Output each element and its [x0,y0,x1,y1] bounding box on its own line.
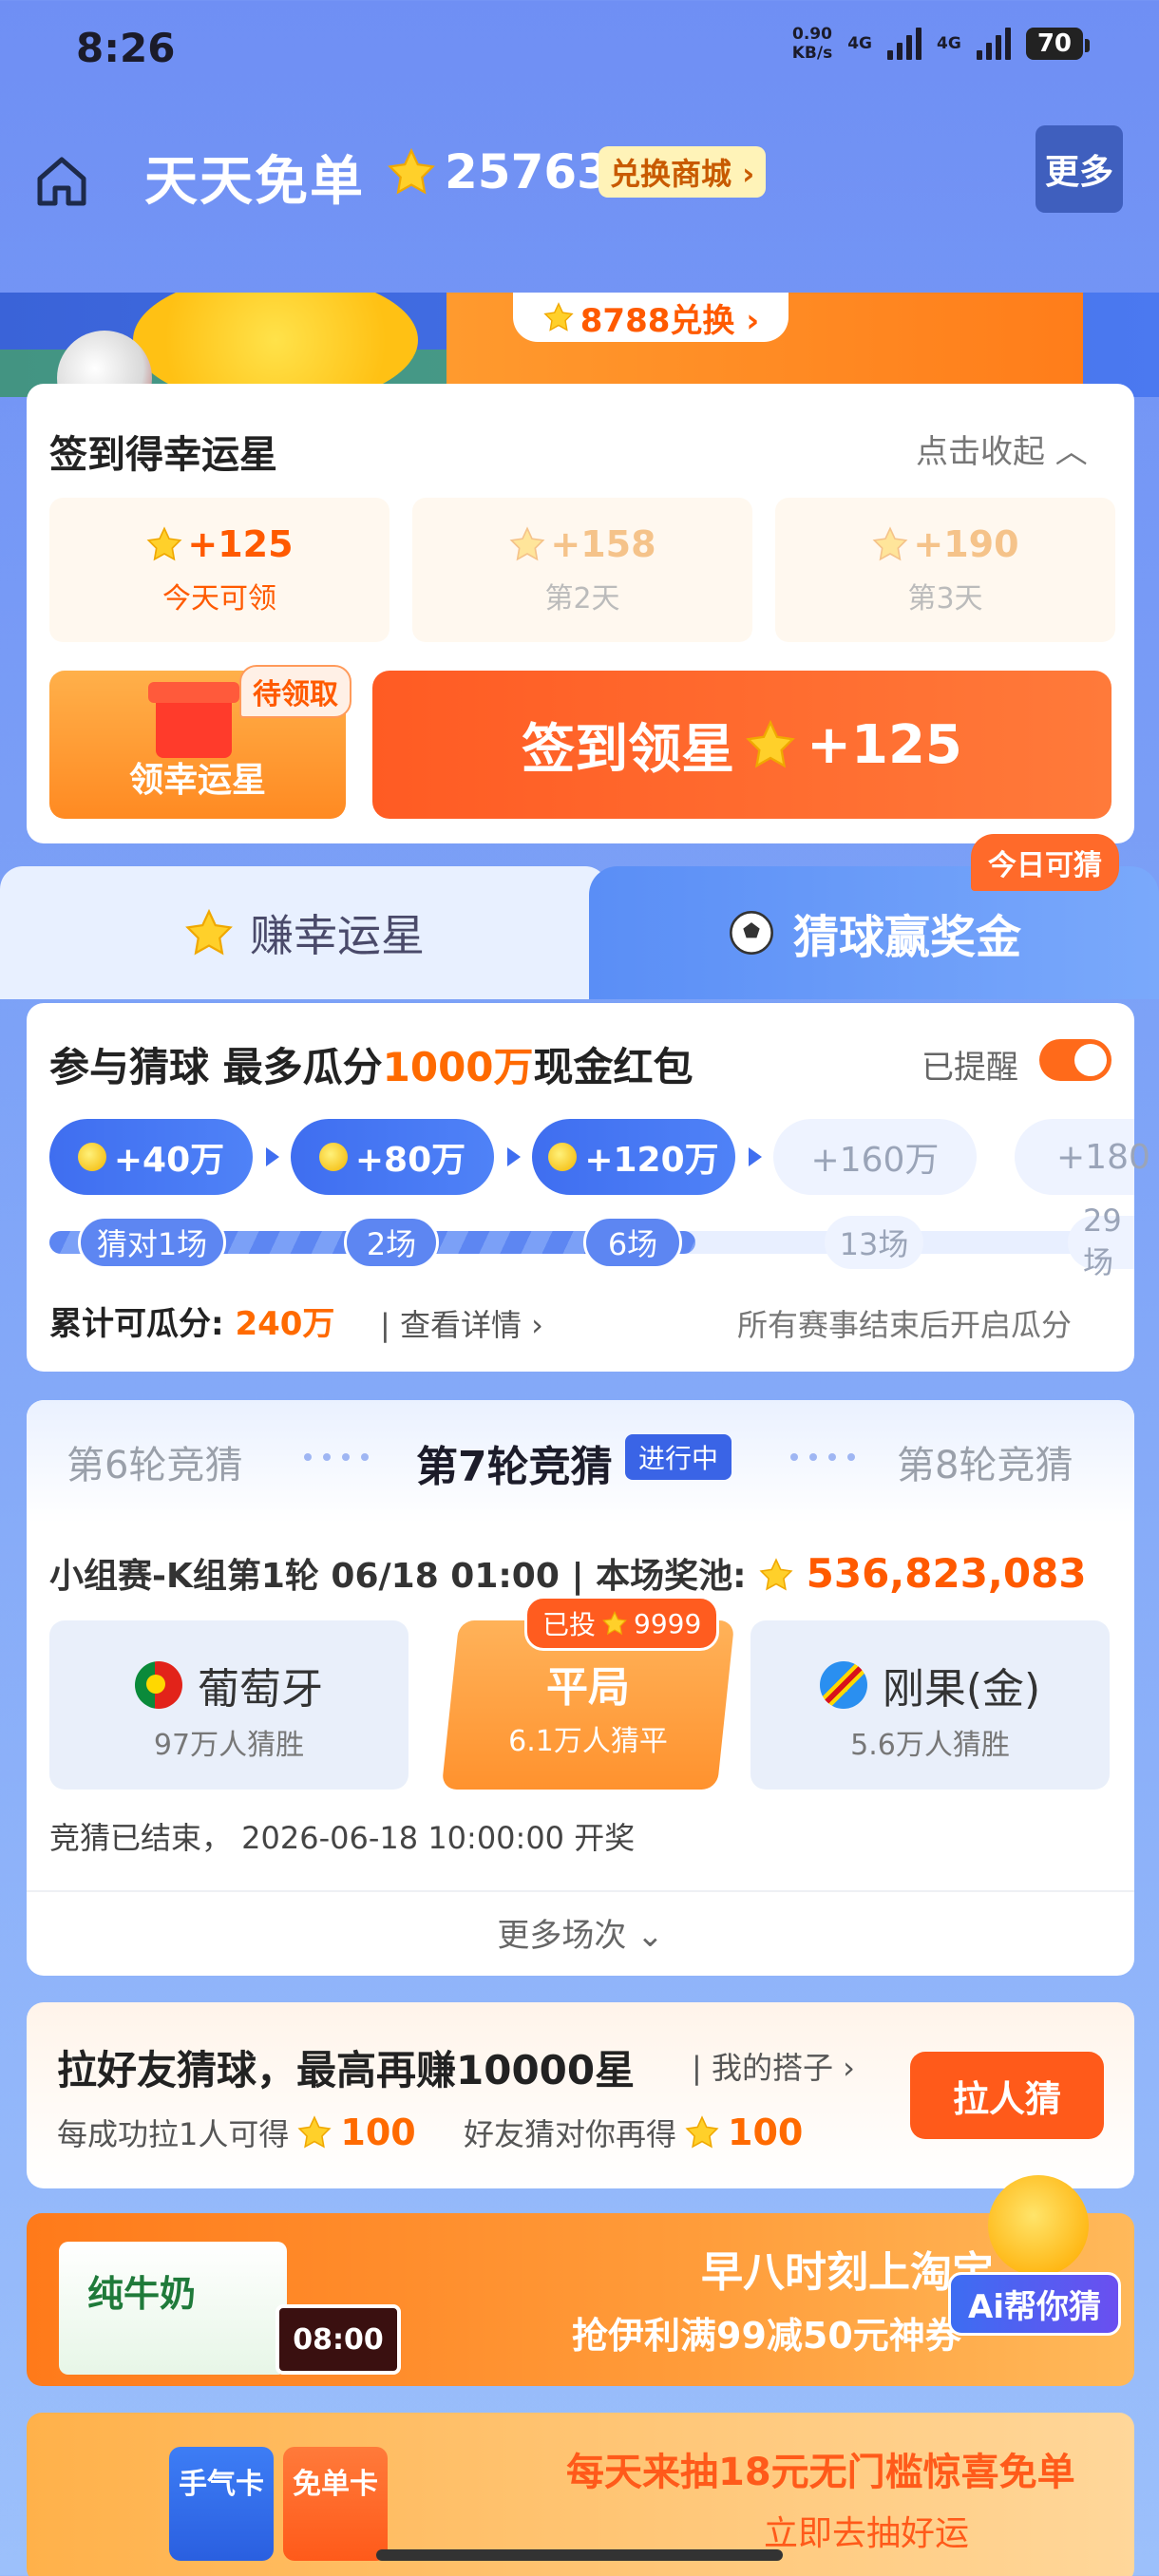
pool-summary: 累计可瓜分: 240万 [49,1305,335,1343]
tab-earn-stars[interactable]: 赚幸运星 [0,866,608,999]
status-time: 8:26 [76,25,176,71]
lucky-star-gift-button[interactable]: 领幸运星 待领取 [49,665,352,819]
dots-divider [304,1453,369,1461]
in-progress-badge: 进行中 [625,1434,732,1480]
coin-icon [77,1143,106,1171]
star-icon [759,1558,793,1591]
promo2-title: 每天来抽18元无门槛惊喜免单 [566,2451,1075,2494]
star-icon [185,908,233,956]
more-button[interactable]: 更多 [1036,125,1123,213]
star-icon [872,526,908,561]
team-option-away[interactable]: 刚果(金) 5.6万人猜胜 [750,1620,1110,1790]
guess-title: 参与猜球 最多瓜分1000万现金红包 [49,1044,694,1090]
signal-label-1: 4G [847,34,873,53]
games-tag-5: 29场 [1068,1203,1134,1280]
page-title: 天天免单 [144,151,365,213]
collapse-button[interactable]: 点击收起 ︿ [916,426,1088,472]
star-icon [602,1610,627,1636]
star-icon [297,2115,332,2149]
star-icon [543,302,574,331]
round-next-tab[interactable]: 第8轮竞猜 [897,1434,1073,1489]
exchange-mall-button[interactable]: 兑换商城 › [598,146,767,198]
reward-tier-1: +40万 [49,1119,253,1195]
clock-badge: 08:00 [276,2304,401,2375]
round-current-tab[interactable]: 第7轮竞猜 [416,1432,613,1493]
star-icon [509,526,545,561]
star-balance: 25763 [386,144,610,199]
reward-tier-2: +80万 [291,1119,494,1195]
reward-tier-5: +180 [1015,1119,1150,1195]
star-icon [146,526,182,561]
arrow-icon [266,1147,279,1166]
signal-bars-icon [976,28,1011,60]
mascot-image [133,293,418,397]
view-details-link[interactable]: | 查看详情 › [380,1301,543,1345]
home-indicator[interactable] [376,2549,783,2561]
invite-button[interactable]: 拉人猜 [910,2052,1104,2139]
invite-reward-2: 好友猜对你再得 100 [464,2112,804,2153]
more-games-button[interactable]: 更多场次 ⌄ [27,1909,1134,1956]
coin-icon [548,1143,578,1171]
signin-title: 签到得幸运星 [49,433,277,477]
arrow-icon [749,1147,762,1166]
remind-toggle[interactable] [1039,1039,1112,1081]
star-icon [685,2115,719,2149]
signal-bars-icon [887,28,922,60]
match-info: 小组赛-K组第1轮 06/18 01:00 | 本场奖池: 536,823,08… [49,1550,1087,1597]
portugal-flag-icon [135,1661,182,1709]
today-badge: 今日可猜 [971,834,1119,891]
arrow-icon [507,1147,521,1166]
star-icon [388,147,435,195]
dr-congo-flag-icon [819,1661,867,1709]
promo2-subtitle: 立即去抽好运 [764,2514,970,2553]
games-tag-2: 2场 [344,1216,439,1269]
home-icon[interactable] [30,150,93,213]
signin-day-1[interactable]: +125 今天可领 [49,498,390,642]
draw-sub: 6.1万人猜平 [508,1725,668,1758]
reward-tier-4: +160万 [773,1119,977,1195]
team-option-home[interactable]: 葡萄牙 97万人猜胜 [49,1620,408,1790]
football-icon [730,911,773,955]
guess-end-note: 竞猜已结束， 2026-06-18 10:00:00 开奖 [49,1820,636,1856]
bet-badge: 已投 9999 [524,1596,720,1651]
signal-label-2: 4G [937,34,961,53]
exchange-pill[interactable]: 8788兑换 › [513,293,788,342]
round-prev-tab[interactable]: 第6轮竞猜 [66,1434,242,1489]
gift-icon [148,682,239,758]
pending-badge: 待领取 [239,665,352,718]
remind-label: 已提醒 [922,1049,1018,1087]
pool-note: 所有赛事结束后开启瓜分 [737,1307,1073,1343]
my-partner-link[interactable]: | 我的搭子 › [692,2044,855,2088]
invite-reward-1: 每成功拉1人可得 100 [57,2112,416,2153]
games-tag-4: 13场 [825,1216,923,1269]
free-card-icon: 免单卡 [283,2447,388,2561]
ai-mascot-icon [988,2175,1089,2276]
coin-icon [318,1143,348,1171]
signin-day-2: +158 第2天 [412,498,752,642]
luck-card-icon: 手气卡 [169,2447,274,2561]
draw-label: 平局 [546,1663,630,1712]
games-tag-3: 6场 [583,1216,682,1269]
signin-day-3: +190 第3天 [775,498,1115,642]
battery-icon: 70 [1025,28,1091,60]
signin-button[interactable]: 签到领星 +125 [372,671,1112,819]
invite-title: 拉好友猜球，最高再赚10000星 [57,2047,636,2093]
games-tag-1: 猜对1场 [78,1216,226,1269]
net-speed: 0.90 KB/s [791,25,833,63]
dots-divider [790,1453,855,1461]
reward-tier-3: +120万 [532,1119,735,1195]
status-icons: 0.90 KB/s 4G 4G 70 [791,25,1091,63]
promo1-subtitle: 抢伊利满99减50元神券 [572,2315,961,2357]
top-banner[interactable]: 8788兑换 › [0,293,1159,397]
ai-guess-button[interactable]: Ai帮你猜 [948,2272,1121,2336]
star-icon [746,719,795,768]
